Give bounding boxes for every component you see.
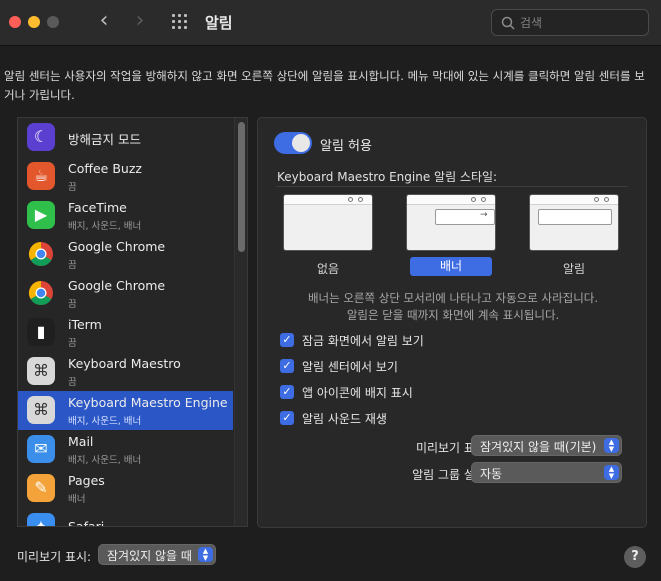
close-window-button[interactable] bbox=[9, 16, 21, 28]
facetime-icon: ▶ bbox=[27, 201, 55, 229]
toggle-knob bbox=[292, 134, 310, 152]
window-title: 알림 bbox=[205, 14, 233, 32]
checkmark-icon[interactable]: ✓ bbox=[280, 333, 294, 347]
back-button[interactable]: ‹ bbox=[92, 10, 116, 34]
forward-button[interactable]: › bbox=[128, 10, 152, 34]
checkmark-icon[interactable]: ✓ bbox=[280, 411, 294, 425]
help-button[interactable]: ? bbox=[624, 546, 646, 568]
app-list-item[interactable]: Google Chrome 끔 bbox=[18, 274, 233, 313]
divider bbox=[276, 186, 628, 187]
app-name: Pages bbox=[68, 473, 105, 488]
chrome-icon bbox=[27, 279, 55, 307]
app-notification-summary: 배지, 사운드, 배너 bbox=[68, 455, 142, 466]
coffee-icon: ☕ bbox=[27, 162, 55, 190]
global-preview-value: 잠겨있지 않을 때 bbox=[107, 549, 192, 563]
search-input[interactable] bbox=[520, 13, 640, 32]
grouping-value: 자동 bbox=[480, 467, 503, 481]
keyboard-maestro-icon: ⌘ bbox=[27, 396, 55, 424]
app-list-scrollbar[interactable] bbox=[234, 118, 247, 526]
app-list-item[interactable]: ⌘ Keyboard Maestro Engine 배지, 사운드, 배너 bbox=[18, 391, 233, 430]
global-preview-popup[interactable]: 잠겨있지 않을 때 ▲ ▼ bbox=[98, 544, 216, 565]
style-alert-card[interactable] bbox=[529, 194, 619, 251]
lock-screen-label: 잠금 화면에서 알림 보기 bbox=[302, 334, 424, 348]
grouping-popup[interactable]: 자동 ▲ ▼ bbox=[471, 462, 622, 483]
scroll-thumb[interactable] bbox=[238, 122, 245, 252]
style-alert-label[interactable]: 알림 bbox=[529, 260, 619, 277]
style-description-line-1: 배너는 오른쪽 상단 모서리에 나타나고 자동으로 사라집니다. bbox=[307, 291, 599, 305]
show-previews-value: 잠겨있지 않을 때(기본) bbox=[480, 440, 597, 454]
minimize-window-button[interactable] bbox=[28, 16, 40, 28]
style-none-card[interactable] bbox=[283, 194, 373, 251]
keyboard-maestro-icon: ⌘ bbox=[27, 357, 55, 385]
app-name: FaceTime bbox=[68, 200, 127, 215]
app-name: Keyboard Maestro bbox=[68, 356, 181, 371]
style-description: 배너는 오른쪽 상단 모서리에 나타나고 자동으로 사라집니다. 알림은 닫을 … bbox=[258, 290, 648, 324]
moon-icon: ☾ bbox=[27, 123, 55, 151]
app-list-item[interactable]: ▶ FaceTime 배지, 사운드, 배너 bbox=[18, 196, 233, 235]
app-name: 방해금지 모드 bbox=[68, 132, 141, 147]
zoom-window-button[interactable] bbox=[47, 16, 59, 28]
app-name: Keyboard Maestro Engine bbox=[68, 395, 228, 410]
show-all-grid-icon[interactable] bbox=[172, 14, 190, 30]
app-list-item[interactable]: ✎ Pages 배너 bbox=[18, 469, 233, 508]
app-notification-summary: 끔 bbox=[68, 182, 77, 193]
app-name: Google Chrome bbox=[68, 239, 166, 254]
app-list-item[interactable]: ⌘ Keyboard Maestro 끔 bbox=[18, 352, 233, 391]
style-description-line-2: 알림은 닫을 때까지 화면에 계속 표시됩니다. bbox=[346, 308, 560, 322]
show-previews-popup[interactable]: 잠겨있지 않을 때(기본) ▲ ▼ bbox=[471, 435, 622, 456]
iterm-icon: ▮ bbox=[27, 318, 55, 346]
notification-settings-panel: 알림 허용 Keyboard Maestro Engine 알림 스타일: → … bbox=[257, 117, 647, 528]
sound-label: 알림 사운드 재생 bbox=[302, 412, 387, 426]
app-notification-summary: 배지, 사운드, 배너 bbox=[68, 221, 142, 232]
app-notification-summary: 끔 bbox=[68, 377, 77, 388]
style-banner-card[interactable]: → bbox=[406, 194, 496, 251]
app-notification-summary: 배지, 사운드, 배너 bbox=[68, 416, 142, 427]
checkmark-icon[interactable]: ✓ bbox=[280, 385, 294, 399]
app-name: iTerm bbox=[68, 317, 102, 332]
updown-arrows-icon: ▲ ▼ bbox=[604, 438, 619, 453]
app-list-item[interactable]: ✉ Mail 배지, 사운드, 배너 bbox=[18, 430, 233, 469]
app-name: Mail bbox=[68, 434, 94, 449]
style-none-label[interactable]: 없음 bbox=[283, 260, 373, 277]
app-list-item[interactable]: ☾ 방해금지 모드 bbox=[18, 118, 233, 157]
pages-icon: ✎ bbox=[27, 474, 55, 502]
app-notification-summary: 끔 bbox=[68, 299, 77, 310]
app-name: Google Chrome bbox=[68, 278, 166, 293]
global-preview-label: 미리보기 표시: bbox=[17, 550, 92, 564]
app-list-item[interactable]: ▮ iTerm 끔 bbox=[18, 313, 233, 352]
app-name: Safari bbox=[68, 519, 105, 527]
search-icon bbox=[501, 16, 515, 30]
allow-notifications-label: 알림 허용 bbox=[320, 139, 372, 154]
notification-center-description: 알림 센터는 사용자의 작업을 방해하지 않고 화면 오른쪽 상단에 알림을 표… bbox=[4, 69, 645, 102]
badge-label: 앱 아이콘에 배지 표시 bbox=[302, 386, 413, 400]
app-list-item[interactable]: ✦ Safari bbox=[18, 508, 233, 527]
chrome-icon bbox=[27, 240, 55, 268]
allow-notifications-toggle[interactable] bbox=[274, 132, 312, 154]
app-list-item[interactable]: Google Chrome 끔 bbox=[18, 235, 233, 274]
updown-arrows-icon: ▲ ▼ bbox=[604, 465, 619, 480]
app-notification-summary: 끔 bbox=[68, 338, 77, 349]
app-list-item[interactable]: ☕ Coffee Buzz 끔 bbox=[18, 157, 233, 196]
safari-icon: ✦ bbox=[27, 513, 55, 526]
mail-icon: ✉ bbox=[27, 435, 55, 463]
title-bar: ‹ › 알림 bbox=[0, 0, 661, 46]
updown-arrows-icon: ▲ ▼ bbox=[198, 547, 213, 562]
app-list[interactable]: ✦ Safari ✎ Pages 배너 ✉ Mail 배지, 사운드, 배너 ⌘ Keyboard… bbox=[17, 117, 248, 527]
alert-style-title: Keyboard Maestro Engine 알림 스타일: bbox=[277, 170, 498, 184]
search-field[interactable] bbox=[491, 9, 649, 36]
app-name: Coffee Buzz bbox=[68, 161, 142, 176]
app-notification-summary: 배너 bbox=[68, 494, 86, 505]
notification-center-label: 알림 센터에서 보기 bbox=[302, 360, 398, 374]
app-notification-summary: 끔 bbox=[68, 260, 77, 271]
style-banner-label[interactable]: 배너 bbox=[410, 257, 492, 276]
checkmark-icon[interactable]: ✓ bbox=[280, 359, 294, 373]
